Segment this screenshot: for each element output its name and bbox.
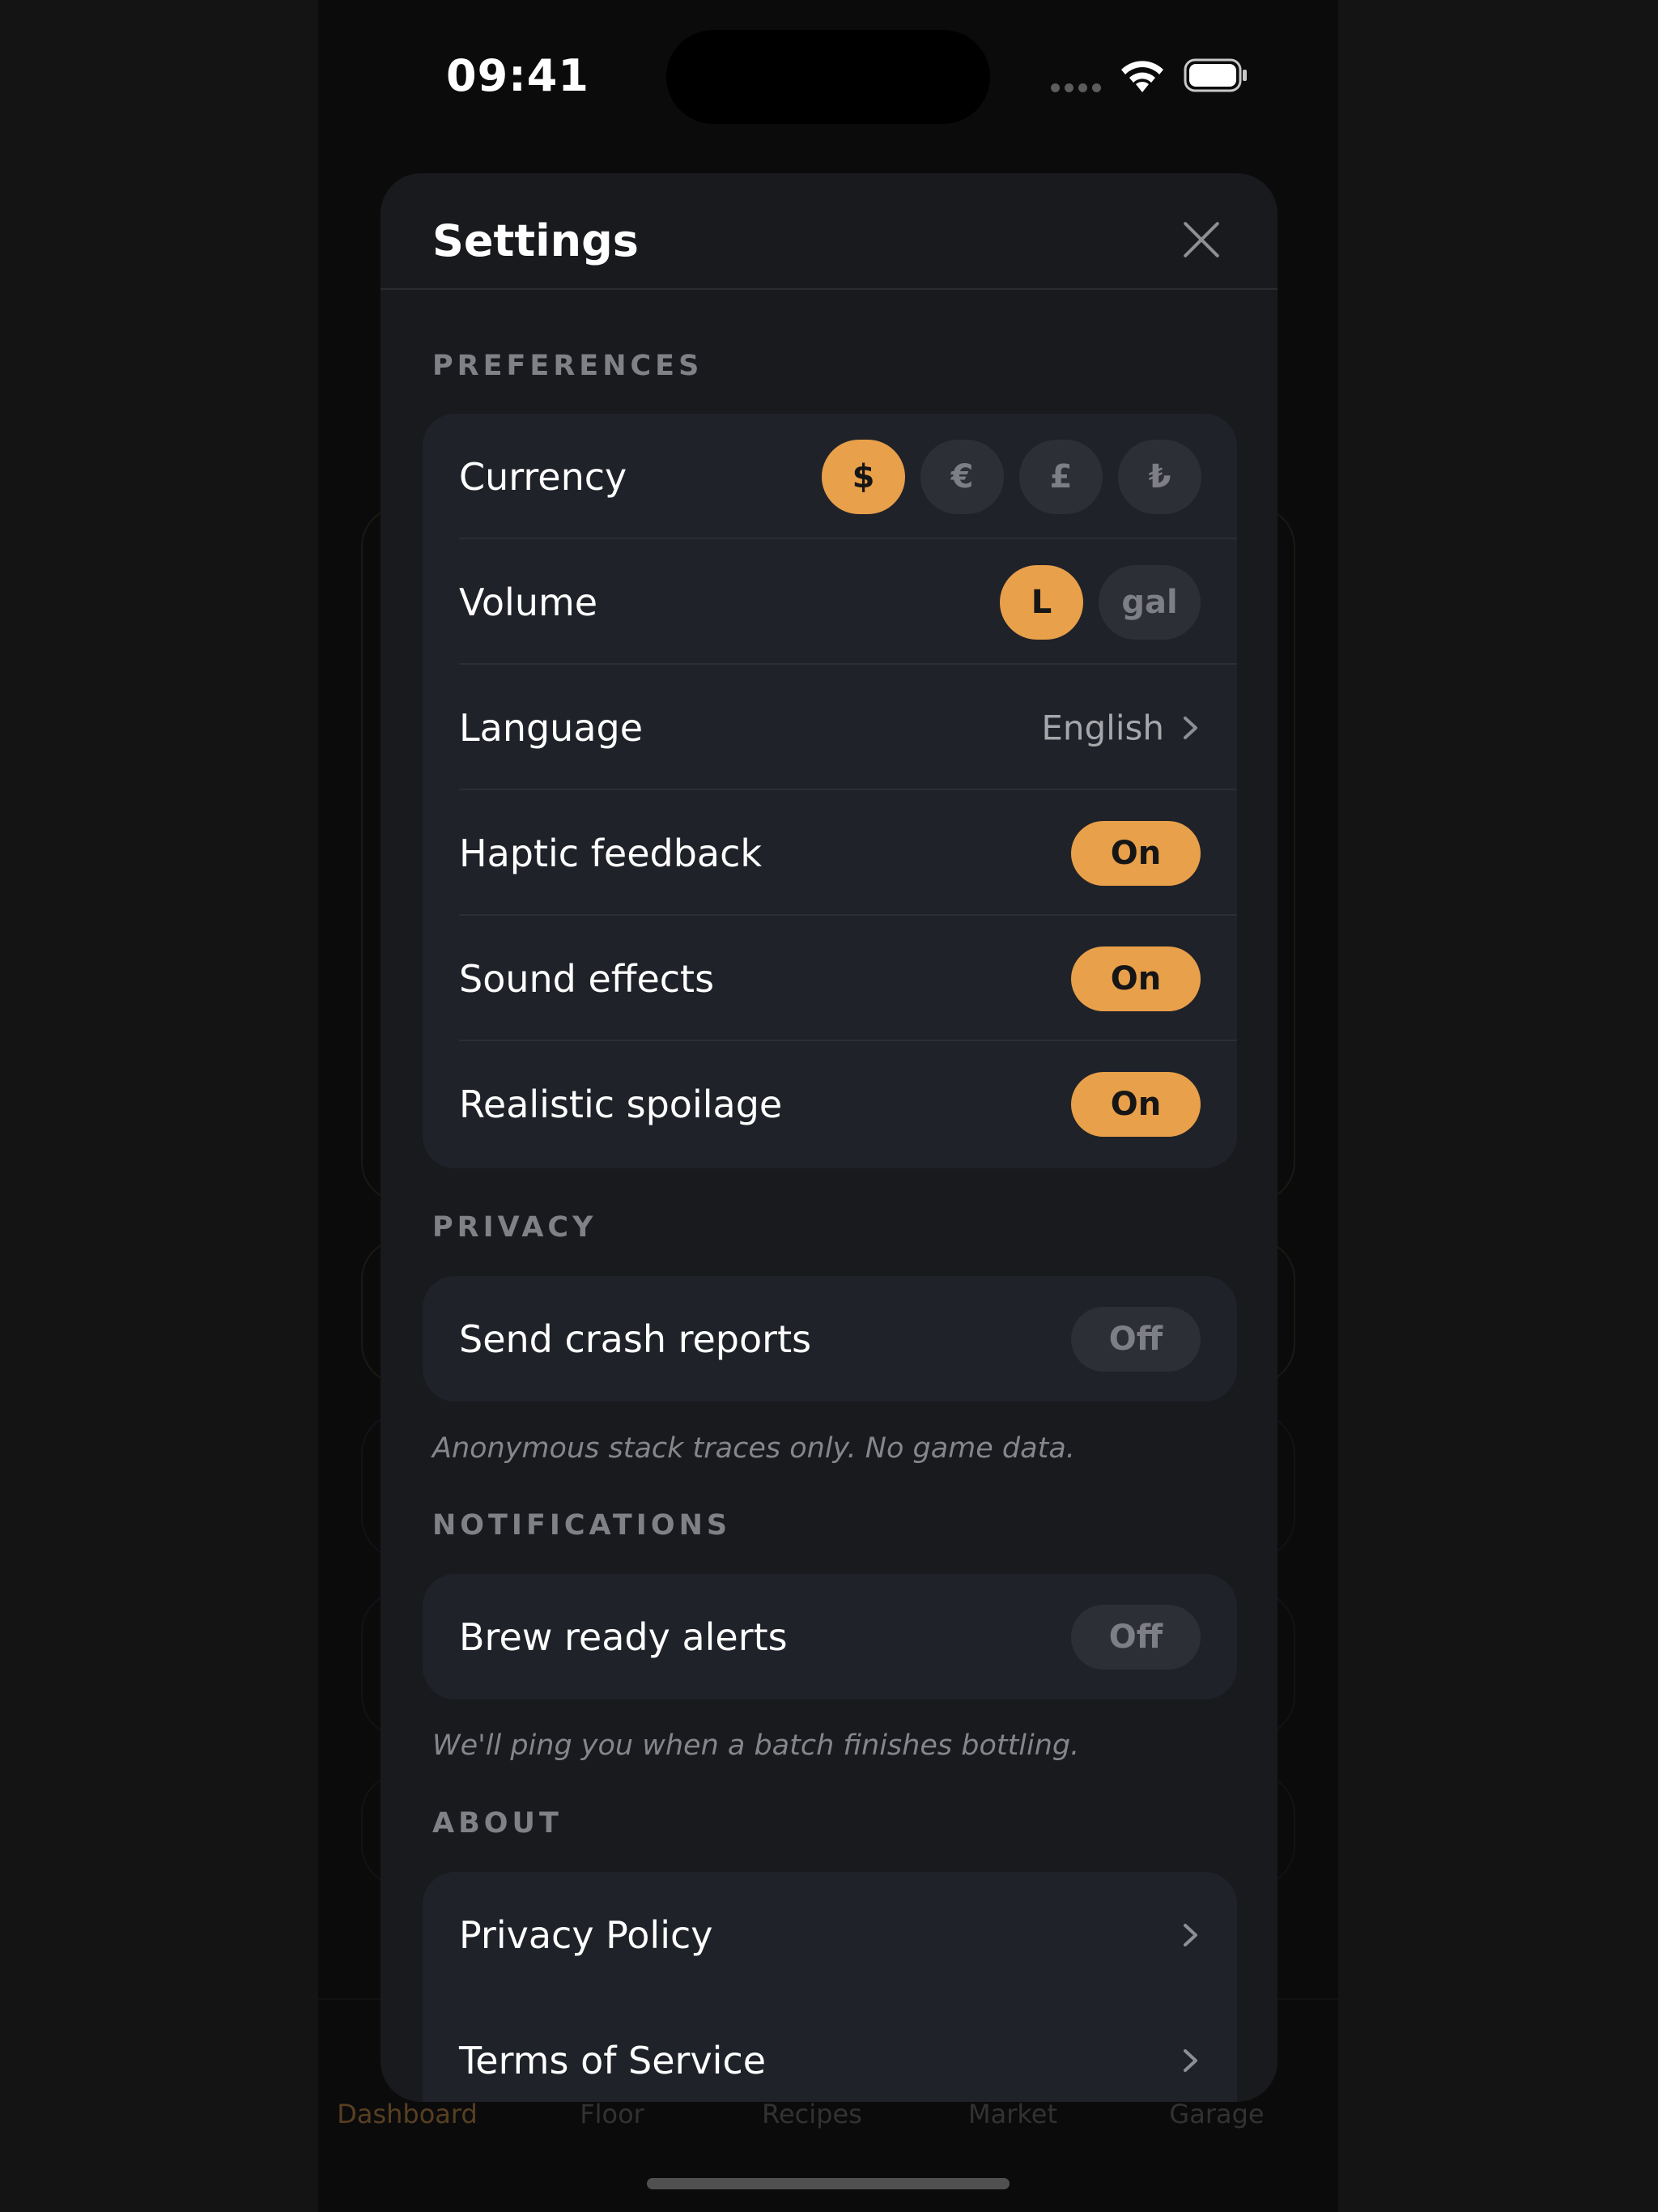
status-time: 09:41 [446,50,589,101]
battery-icon [1184,58,1247,92]
settings-sheet: Settings PREFERENCES Currency $ € £ ₺ Vo… [380,173,1278,2102]
wifi-icon [1121,61,1163,92]
close-icon[interactable] [1182,220,1221,259]
spoilage-label: Realistic spoilage [459,1082,783,1126]
spoilage-row: Realistic spoilage On [423,1041,1237,1167]
tab-floor[interactable]: Floor [511,2099,713,2129]
section-label-notifications: NOTIFICATIONS [432,1509,732,1542]
privacy-policy-row[interactable]: Privacy Policy [423,1872,1237,1997]
currency-option-euro[interactable]: € [920,439,1004,514]
currency-option-pound[interactable]: £ [1019,439,1103,514]
home-indicator[interactable] [647,2178,1010,2189]
spoilage-toggle[interactable]: On [1071,1071,1201,1137]
haptic-label: Haptic feedback [459,831,763,875]
crash-reports-toggle[interactable]: Off [1071,1306,1201,1372]
terms-label: Terms of Service [459,2038,767,2082]
language-label: Language [459,705,644,750]
volume-option-liters[interactable]: L [1000,564,1083,640]
chevron-right-icon [1184,2048,1197,2072]
haptic-toggle[interactable]: On [1071,820,1201,886]
brew-alerts-row: Brew ready alerts Off [423,1574,1237,1699]
terms-row[interactable]: Terms of Service [423,1997,1237,2102]
dynamic-island [666,30,990,124]
sound-row: Sound effects On [423,916,1237,1041]
section-label-about: ABOUT [432,1807,563,1840]
phone-screen: Dashboard Floor Recipes Market Garage 09… [318,0,1338,2212]
language-value: English [1041,708,1164,747]
currency-option-lira[interactable]: ₺ [1118,439,1201,514]
tab-market[interactable]: Market [912,2099,1114,2129]
section-label-preferences: PREFERENCES [432,350,704,382]
volume-label: Volume [459,580,598,624]
preferences-group: Currency $ € £ ₺ Volume L gal Language E… [423,414,1237,1168]
privacy-policy-label: Privacy Policy [459,1912,713,1957]
currency-option-dollar[interactable]: $ [822,439,905,514]
sheet-title: Settings [432,215,639,266]
chevron-right-icon [1184,716,1197,739]
sound-label: Sound effects [459,956,715,1001]
currency-label: Currency [459,454,627,499]
brew-alerts-label: Brew ready alerts [459,1614,788,1659]
sheet-header: Settings [380,173,1278,290]
crash-reports-row: Send crash reports Off [423,1276,1237,1402]
privacy-group: Send crash reports Off [423,1276,1237,1402]
crash-reports-label: Send crash reports [459,1317,812,1361]
chevron-right-icon [1184,1923,1197,1946]
sound-toggle[interactable]: On [1071,946,1201,1011]
about-group: Privacy Policy Terms of Service [423,1872,1237,2102]
tab-garage[interactable]: Garage [1116,2099,1318,2129]
notifications-group: Brew ready alerts Off [423,1574,1237,1699]
volume-row: Volume L gal [423,539,1237,665]
privacy-footnote: Anonymous stack traces only. No game dat… [432,1432,1075,1465]
haptic-row: Haptic feedback On [423,790,1237,916]
volume-option-gallons[interactable]: gal [1099,564,1201,640]
tab-recipes[interactable]: Recipes [711,2099,913,2129]
cellular-signal-icon [1051,83,1103,93]
brew-alerts-toggle[interactable]: Off [1071,1604,1201,1670]
notifications-footnote: We'll ping you when a batch finishes bot… [432,1729,1080,1762]
language-row[interactable]: Language English [423,665,1237,790]
section-label-privacy: PRIVACY [432,1211,597,1244]
tab-dashboard[interactable]: Dashboard [318,2099,508,2129]
currency-row: Currency $ € £ ₺ [423,414,1237,539]
